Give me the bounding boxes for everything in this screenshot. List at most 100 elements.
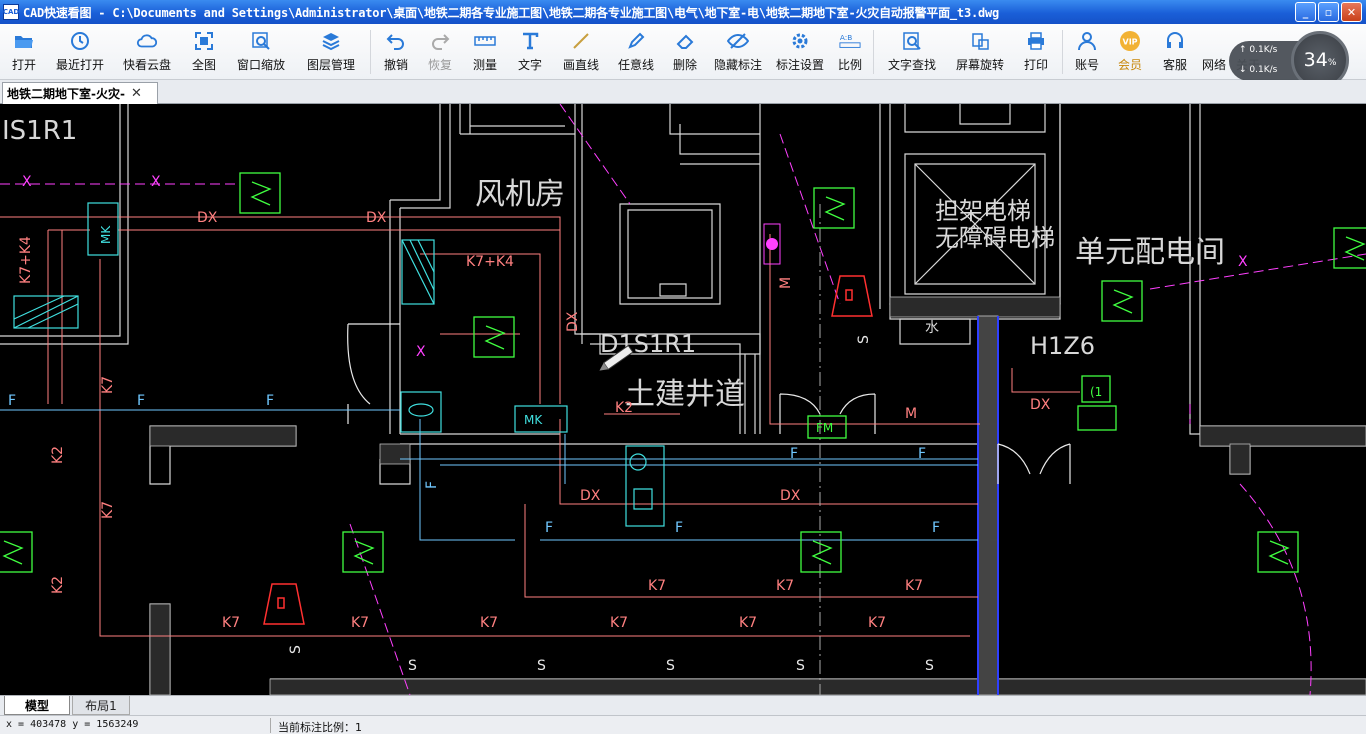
cad-drawing: IS1R1 风机房 担架电梯 无障碍电梯 单元配电间 D1S1R1 土建井道 H… <box>0 104 1366 695</box>
recent-label: 最近打开 <box>55 58 104 72</box>
undo-button[interactable]: 撤销 <box>375 24 417 78</box>
scale-button[interactable]: A:B 比例 <box>831 24 869 78</box>
account-label: 账号 <box>1074 58 1099 72</box>
svg-text:X: X <box>416 344 426 360</box>
svg-text:(1: (1 <box>1090 385 1102 399</box>
fit-all-button[interactable]: 全图 <box>182 24 226 78</box>
mark-settings-button[interactable]: 标注设置 <box>769 24 831 78</box>
room-labels: IS1R1 风机房 担架电梯 无障碍电梯 单元配电间 D1S1R1 土建井道 H… <box>2 116 1225 412</box>
up-arrow-icon: ↑ <box>1239 45 1250 55</box>
svg-text:K7: K7 <box>351 615 369 631</box>
redo-icon <box>429 30 451 52</box>
upload-rate: ↑ 0.1K/s <box>1239 45 1277 55</box>
window-title: CAD快速看图 - C:\Documents and Settings\Admi… <box>23 5 1000 20</box>
smoke-detectors <box>0 172 1366 573</box>
freehand-button[interactable]: 任意线 <box>609 24 663 78</box>
eraser-icon <box>674 30 696 52</box>
cloud-label: 快看云盘 <box>122 58 171 72</box>
svg-text:DX: DX <box>366 210 387 226</box>
open-button[interactable]: 打开 <box>0 24 48 78</box>
svg-text:S: S <box>856 335 872 344</box>
network-button[interactable]: 网络 <box>1197 24 1231 78</box>
svg-text:K7: K7 <box>776 578 794 594</box>
layers-icon <box>320 30 342 52</box>
document-tab[interactable]: 地铁二期地下室-火灾- ✕ <box>2 82 158 104</box>
svg-text:X: X <box>151 174 161 190</box>
rotate-label: 屏幕旋转 <box>955 58 1004 72</box>
svg-text:S: S <box>925 658 934 674</box>
fit-all-label: 全图 <box>191 58 216 72</box>
label-stretcher-elevator: 担架电梯 <box>935 197 1031 225</box>
settings-gear-icon <box>789 30 811 52</box>
print-label: 打印 <box>1023 58 1048 72</box>
network-speed-widget[interactable]: ↑ 0.1K/s ↓ 0.1K/s 34% <box>1229 31 1349 89</box>
cursor-coordinates: x = 403478 y = 1563249 <box>6 719 139 730</box>
recent-button[interactable]: 最近打开 <box>48 24 112 78</box>
tab-model[interactable]: 模型 <box>4 696 70 715</box>
hide-marks-label: 隐藏标注 <box>713 58 762 72</box>
status-divider <box>270 718 271 733</box>
svg-text:K7: K7 <box>222 615 240 631</box>
svg-text:S: S <box>537 658 546 674</box>
line-label: 画直线 <box>562 58 599 72</box>
label-distribution-room: 单元配电间 <box>1075 235 1225 270</box>
svg-text:X: X <box>22 174 32 190</box>
svg-text:F: F <box>675 520 683 536</box>
erase-button[interactable]: 删除 <box>663 24 707 78</box>
layers-label: 图层管理 <box>306 58 355 72</box>
folder-open-icon <box>13 30 35 52</box>
text-label: 文字 <box>517 58 542 72</box>
text-button[interactable]: 文字 <box>507 24 553 78</box>
svg-text:DX: DX <box>197 210 218 226</box>
layers-button[interactable]: 图层管理 <box>296 24 366 78</box>
maximize-button[interactable]: ▫ <box>1318 2 1339 22</box>
svg-text:S: S <box>408 658 417 674</box>
drawing-canvas[interactable]: IS1R1 风机房 担架电梯 无障碍电梯 单元配电间 D1S1R1 土建井道 H… <box>0 104 1366 695</box>
document-tab-label: 地铁二期地下室-火灾- <box>7 87 125 101</box>
account-button[interactable]: 账号 <box>1067 24 1107 78</box>
print-button[interactable]: 打印 <box>1014 24 1058 78</box>
svg-text:S: S <box>666 658 675 674</box>
line-button[interactable]: 画直线 <box>553 24 609 78</box>
svg-text:F: F <box>545 520 553 536</box>
svg-text:A:B: A:B <box>840 33 852 42</box>
measure-button[interactable]: 测量 <box>463 24 507 78</box>
undo-icon <box>385 30 407 52</box>
measure-label: 测量 <box>472 58 497 72</box>
svg-text:K7: K7 <box>480 615 498 631</box>
cloud-button[interactable]: 快看云盘 <box>112 24 182 78</box>
window-zoom-button[interactable]: 窗口缩放 <box>226 24 296 78</box>
svg-text:S: S <box>288 645 304 654</box>
svg-text:F: F <box>266 393 274 409</box>
eye-slash-icon <box>727 30 749 52</box>
minimize-button[interactable]: _ <box>1295 2 1316 22</box>
rotate-screen-icon <box>969 30 991 52</box>
close-tab-icon[interactable]: ✕ <box>131 86 142 101</box>
svg-text:DX: DX <box>580 488 601 504</box>
undo-label: 撤销 <box>383 58 408 72</box>
vip-button[interactable]: VIP 会员 <box>1107 24 1153 78</box>
svg-text:FM: FM <box>816 421 833 435</box>
scale-ab-icon: A:B <box>839 30 861 52</box>
hide-marks-button[interactable]: 隐藏标注 <box>707 24 769 78</box>
tab-layout1[interactable]: 布局1 <box>72 696 130 715</box>
mark-settings-label: 标注设置 <box>775 58 824 72</box>
svg-text:K7: K7 <box>905 578 923 594</box>
close-button[interactable]: ✕ <box>1341 2 1362 22</box>
svg-text:MK: MK <box>99 225 113 244</box>
redo-button[interactable]: 恢复 <box>417 24 463 78</box>
svg-text:K7: K7 <box>100 376 116 394</box>
layout-tab-strip: 模型 布局1 <box>0 695 1366 715</box>
find-text-button[interactable]: 文字查找 <box>878 24 946 78</box>
title-bar[interactable]: CAD CAD快速看图 - C:\Documents and Settings\… <box>0 0 1366 24</box>
rotate-button[interactable]: 屏幕旋转 <box>946 24 1014 78</box>
svg-text:M: M <box>905 406 917 422</box>
freehand-label: 任意线 <box>617 58 654 72</box>
label-civil-shaft: 土建井道 <box>625 377 745 412</box>
upload-rate-value: 0.1K/s <box>1249 45 1278 55</box>
toolbar-separator <box>370 30 371 74</box>
support-button[interactable]: 客服 <box>1153 24 1197 78</box>
svg-text:K2: K2 <box>615 400 633 416</box>
vip-label: 会员 <box>1117 58 1142 72</box>
svg-text:K7: K7 <box>868 615 886 631</box>
